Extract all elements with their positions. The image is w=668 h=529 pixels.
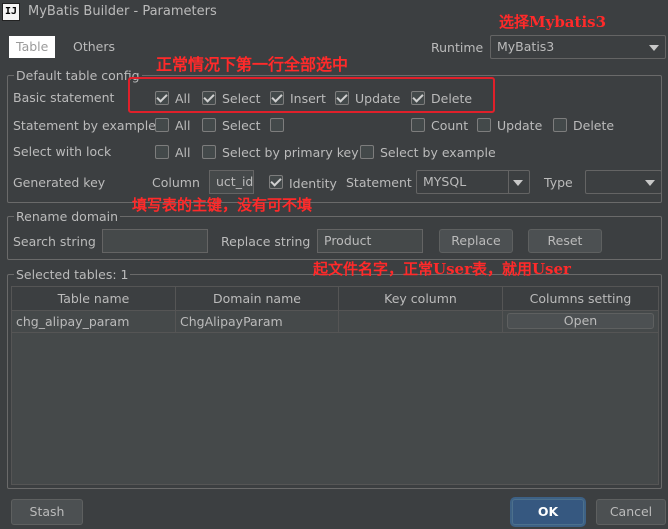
lock-by-example-label: Select by example — [380, 145, 496, 160]
identity-label: Identity — [289, 176, 337, 191]
example-update-label: Update — [497, 118, 543, 133]
type-label: Type — [544, 175, 573, 190]
runtime-select[interactable]: MyBatis3 — [490, 35, 666, 59]
replace-button[interactable]: Replace — [439, 229, 513, 253]
replace-string-field[interactable]: Product — [317, 229, 423, 253]
window-title: MyBatis Builder - Parameters — [28, 4, 217, 19]
search-string-label: Search string — [13, 234, 96, 249]
replace-string-label: Replace string — [221, 234, 311, 249]
example-delete-label: Delete — [573, 118, 615, 133]
example-select-label: Select — [222, 118, 261, 133]
annotation-runtime-note: 选择Mybatis3 — [499, 13, 607, 31]
reset-button[interactable]: Reset — [528, 229, 602, 253]
lock-all-label: All — [175, 145, 191, 160]
column-header-key-column[interactable]: Key column — [339, 287, 503, 311]
annotation-domain-note: 起文件名字，正常User表，就用User — [313, 260, 571, 278]
example-count-label: Count — [431, 118, 469, 133]
tab-others[interactable]: Others — [66, 36, 122, 58]
table-row-domain-name[interactable]: ChgAlipayParam — [176, 311, 339, 333]
chevron-down-icon — [645, 36, 665, 58]
type-select[interactable] — [585, 170, 662, 194]
key-column-field[interactable]: uct_id — [209, 170, 254, 194]
cancel-button[interactable]: Cancel — [596, 499, 666, 525]
example-select-checkbox[interactable] — [202, 118, 216, 132]
statement-select-value: MYSQL — [423, 174, 467, 189]
table-row-key-column[interactable] — [339, 311, 503, 333]
annotation-highlight-box — [128, 77, 495, 113]
column-header-table-name[interactable]: Table name — [12, 287, 176, 311]
column-label: Column — [152, 175, 200, 190]
annotation-key-note: 填写表的主键，没有可不填 — [132, 196, 313, 214]
example-update-checkbox[interactable] — [477, 118, 491, 132]
open-columns-button[interactable]: Open — [507, 313, 654, 329]
rename-domain-legend: Rename domain — [14, 209, 121, 224]
column-header-domain-name[interactable]: Domain name — [176, 287, 339, 311]
example-all-checkbox[interactable] — [155, 118, 169, 132]
intellij-icon: IJ — [2, 3, 20, 21]
statement-by-example-label: Statement by example — [13, 118, 156, 133]
search-string-field[interactable] — [102, 229, 208, 253]
chevron-down-icon — [509, 171, 529, 193]
basic-statement-label: Basic statement — [13, 90, 115, 105]
table-row-columns-setting: Open — [503, 311, 658, 333]
select-with-lock-label: Select with lock — [13, 144, 112, 159]
chevron-down-icon — [641, 171, 661, 193]
example-delete-checkbox[interactable] — [553, 118, 567, 132]
lock-by-example-checkbox[interactable] — [360, 145, 374, 159]
statement-select[interactable]: MYSQL — [416, 170, 530, 194]
default-config-legend: Default table config — [14, 68, 142, 83]
generated-key-label: Generated key — [13, 175, 106, 190]
column-header-columns-setting[interactable]: Columns setting — [503, 287, 658, 311]
ok-button[interactable]: OK — [512, 499, 584, 525]
lock-by-primary-key-label: Select by primary key — [222, 145, 359, 160]
selected-tables-table: Table name Domain name Key column Column… — [11, 286, 659, 485]
stash-button[interactable]: Stash — [11, 499, 83, 525]
lock-by-primary-key-checkbox[interactable] — [202, 145, 216, 159]
runtime-label: Runtime — [431, 40, 484, 55]
tab-table[interactable]: Table — [9, 36, 56, 58]
statement-label: Statement — [346, 175, 412, 190]
runtime-select-value: MyBatis3 — [497, 39, 555, 54]
example-all-label: All — [175, 118, 191, 133]
table-row-table-name[interactable]: chg_alipay_param — [12, 311, 176, 333]
selected-tables-legend: Selected tables: 1 — [14, 267, 131, 282]
annotation-basic-note: 正常情况下第一行全部选中 — [156, 55, 349, 74]
example-extra-checkbox[interactable] — [270, 118, 284, 132]
lock-all-checkbox[interactable] — [155, 145, 169, 159]
example-count-checkbox[interactable] — [411, 118, 425, 132]
identity-checkbox[interactable] — [269, 175, 283, 189]
